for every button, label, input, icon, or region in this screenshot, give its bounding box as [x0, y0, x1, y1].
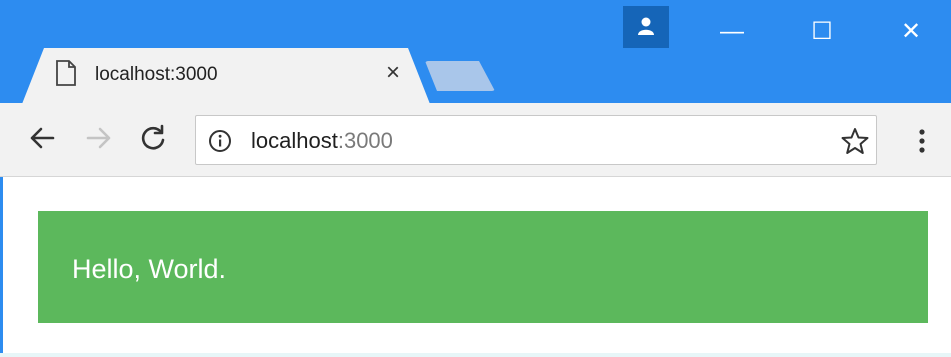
star-icon[interactable]: [841, 127, 869, 155]
browser-window: localhost:3000 × — ☐ ✕ localhost:3000 He…: [0, 0, 951, 357]
person-icon: [638, 17, 654, 35]
maximize-button[interactable]: ☐: [797, 14, 847, 50]
tab-title: localhost:3000: [95, 64, 218, 85]
page-icon: [56, 60, 76, 86]
alert-message: Hello, World.: [72, 254, 227, 284]
kebab-menu-icon[interactable]: [912, 125, 932, 157]
minimize-button[interactable]: —: [707, 14, 757, 50]
info-icon[interactable]: [208, 129, 232, 153]
url-host: localhost: [251, 128, 338, 153]
forward-arrow-icon[interactable]: [82, 121, 116, 155]
close-window-button[interactable]: ✕: [886, 14, 936, 50]
url-port: :3000: [337, 128, 393, 153]
back-arrow-icon[interactable]: [25, 121, 59, 155]
window-bottom-edge: [0, 353, 951, 357]
address-text[interactable]: localhost:3000: [251, 128, 393, 154]
active-tab[interactable]: [22, 48, 430, 104]
profile-button[interactable]: [623, 6, 669, 48]
window-left-border: [0, 177, 3, 357]
reload-icon[interactable]: [136, 121, 170, 155]
tab-close-button[interactable]: ×: [380, 60, 406, 86]
